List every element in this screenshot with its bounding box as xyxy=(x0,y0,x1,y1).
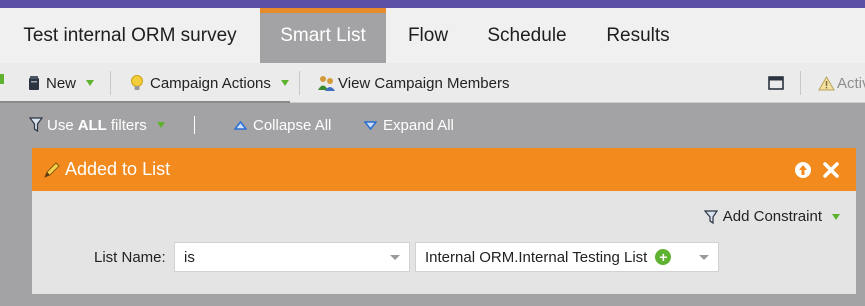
use-suffix-label: filters xyxy=(110,116,147,134)
funnel-icon xyxy=(703,209,720,225)
funnel-icon xyxy=(29,117,43,133)
filter-title: Added to List xyxy=(65,159,171,179)
add-value-icon[interactable]: + xyxy=(655,249,672,265)
toolbar-left-marker xyxy=(0,74,4,84)
window-icon xyxy=(768,76,784,90)
operator-value: is xyxy=(184,248,195,266)
chevron-down-icon xyxy=(156,122,165,128)
use-all-emphasis: ALL xyxy=(77,116,107,134)
tab-label: Results xyxy=(606,24,670,46)
campaign-tab-bar: Test internal ORM survey Smart List Flow… xyxy=(0,8,865,63)
triangle-down-icon xyxy=(364,120,377,130)
tab-label: Schedule xyxy=(487,24,567,46)
tab-label: Test internal ORM survey xyxy=(23,24,237,46)
campaign-actions-button[interactable]: Campaign Actions xyxy=(130,63,289,103)
people-icon xyxy=(317,75,336,92)
app-top-strip xyxy=(0,0,865,8)
filter-card: Added to List Add Constraint List Name: … xyxy=(32,148,856,294)
view-campaign-members-button[interactable]: View Campaign Members xyxy=(317,63,509,103)
new-document-icon xyxy=(28,75,40,91)
expand-all-button[interactable]: Expand All xyxy=(364,104,454,146)
tab-campaign-name[interactable]: Test internal ORM survey xyxy=(0,8,260,63)
add-constraint-button[interactable]: Add Constraint xyxy=(703,208,840,225)
expand-all-label: Expand All xyxy=(383,116,454,134)
move-up-button[interactable] xyxy=(794,161,812,179)
add-constraint-label: Add Constraint xyxy=(722,208,822,225)
pencil-icon xyxy=(43,161,61,184)
chevron-down-icon xyxy=(390,255,400,260)
collapse-all-label: Collapse All xyxy=(253,116,332,134)
use-prefix-label: Use xyxy=(47,116,74,134)
lightbulb-icon xyxy=(130,74,144,92)
list-value: Internal ORM.Internal Testing List xyxy=(425,248,648,266)
chevron-down-icon xyxy=(832,213,840,220)
campaign-actions-label: Campaign Actions xyxy=(150,74,271,92)
filter-bar: Use ALL filters Collapse All Expand All xyxy=(0,104,865,146)
filter-card-header[interactable]: Added to List xyxy=(32,148,856,191)
operator-select[interactable]: is xyxy=(174,242,410,272)
remove-filter-button[interactable] xyxy=(822,161,840,179)
filter-card-body: Add Constraint List Name: is Internal OR… xyxy=(32,191,856,294)
collapse-all-button[interactable]: Collapse All xyxy=(234,104,331,146)
toolbar-underline xyxy=(0,101,290,103)
list-name-label: List Name: xyxy=(94,249,166,266)
tab-label: Flow xyxy=(407,24,449,46)
tab-smart-list[interactable]: Smart List xyxy=(260,8,386,63)
use-all-filters-dropdown[interactable]: Use ALL filters xyxy=(29,104,165,146)
warning-icon xyxy=(818,75,835,91)
toolbar-divider xyxy=(110,71,111,95)
window-toggle-button[interactable] xyxy=(768,63,790,103)
chevron-down-icon xyxy=(699,255,709,260)
chevron-down-icon xyxy=(86,80,95,86)
list-value-select[interactable]: Internal ORM.Internal Testing List + xyxy=(415,242,719,272)
tab-results[interactable]: Results xyxy=(584,8,692,63)
activate-label: Activ xyxy=(837,74,865,92)
toolbar-divider xyxy=(800,71,801,95)
view-members-label: View Campaign Members xyxy=(338,74,510,92)
new-label: New xyxy=(46,74,77,92)
tab-label: Smart List xyxy=(280,24,366,46)
campaign-toolbar: New Campaign Actions View Campaign Membe… xyxy=(0,63,865,103)
tab-schedule[interactable]: Schedule xyxy=(470,8,584,63)
tab-flow[interactable]: Flow xyxy=(386,8,470,63)
new-button[interactable]: New xyxy=(28,63,95,103)
triangle-up-icon xyxy=(234,120,247,130)
chevron-down-icon xyxy=(280,80,289,86)
filter-bar-separator xyxy=(194,116,195,134)
activate-button[interactable]: Activ xyxy=(818,63,865,103)
toolbar-divider xyxy=(299,71,300,95)
